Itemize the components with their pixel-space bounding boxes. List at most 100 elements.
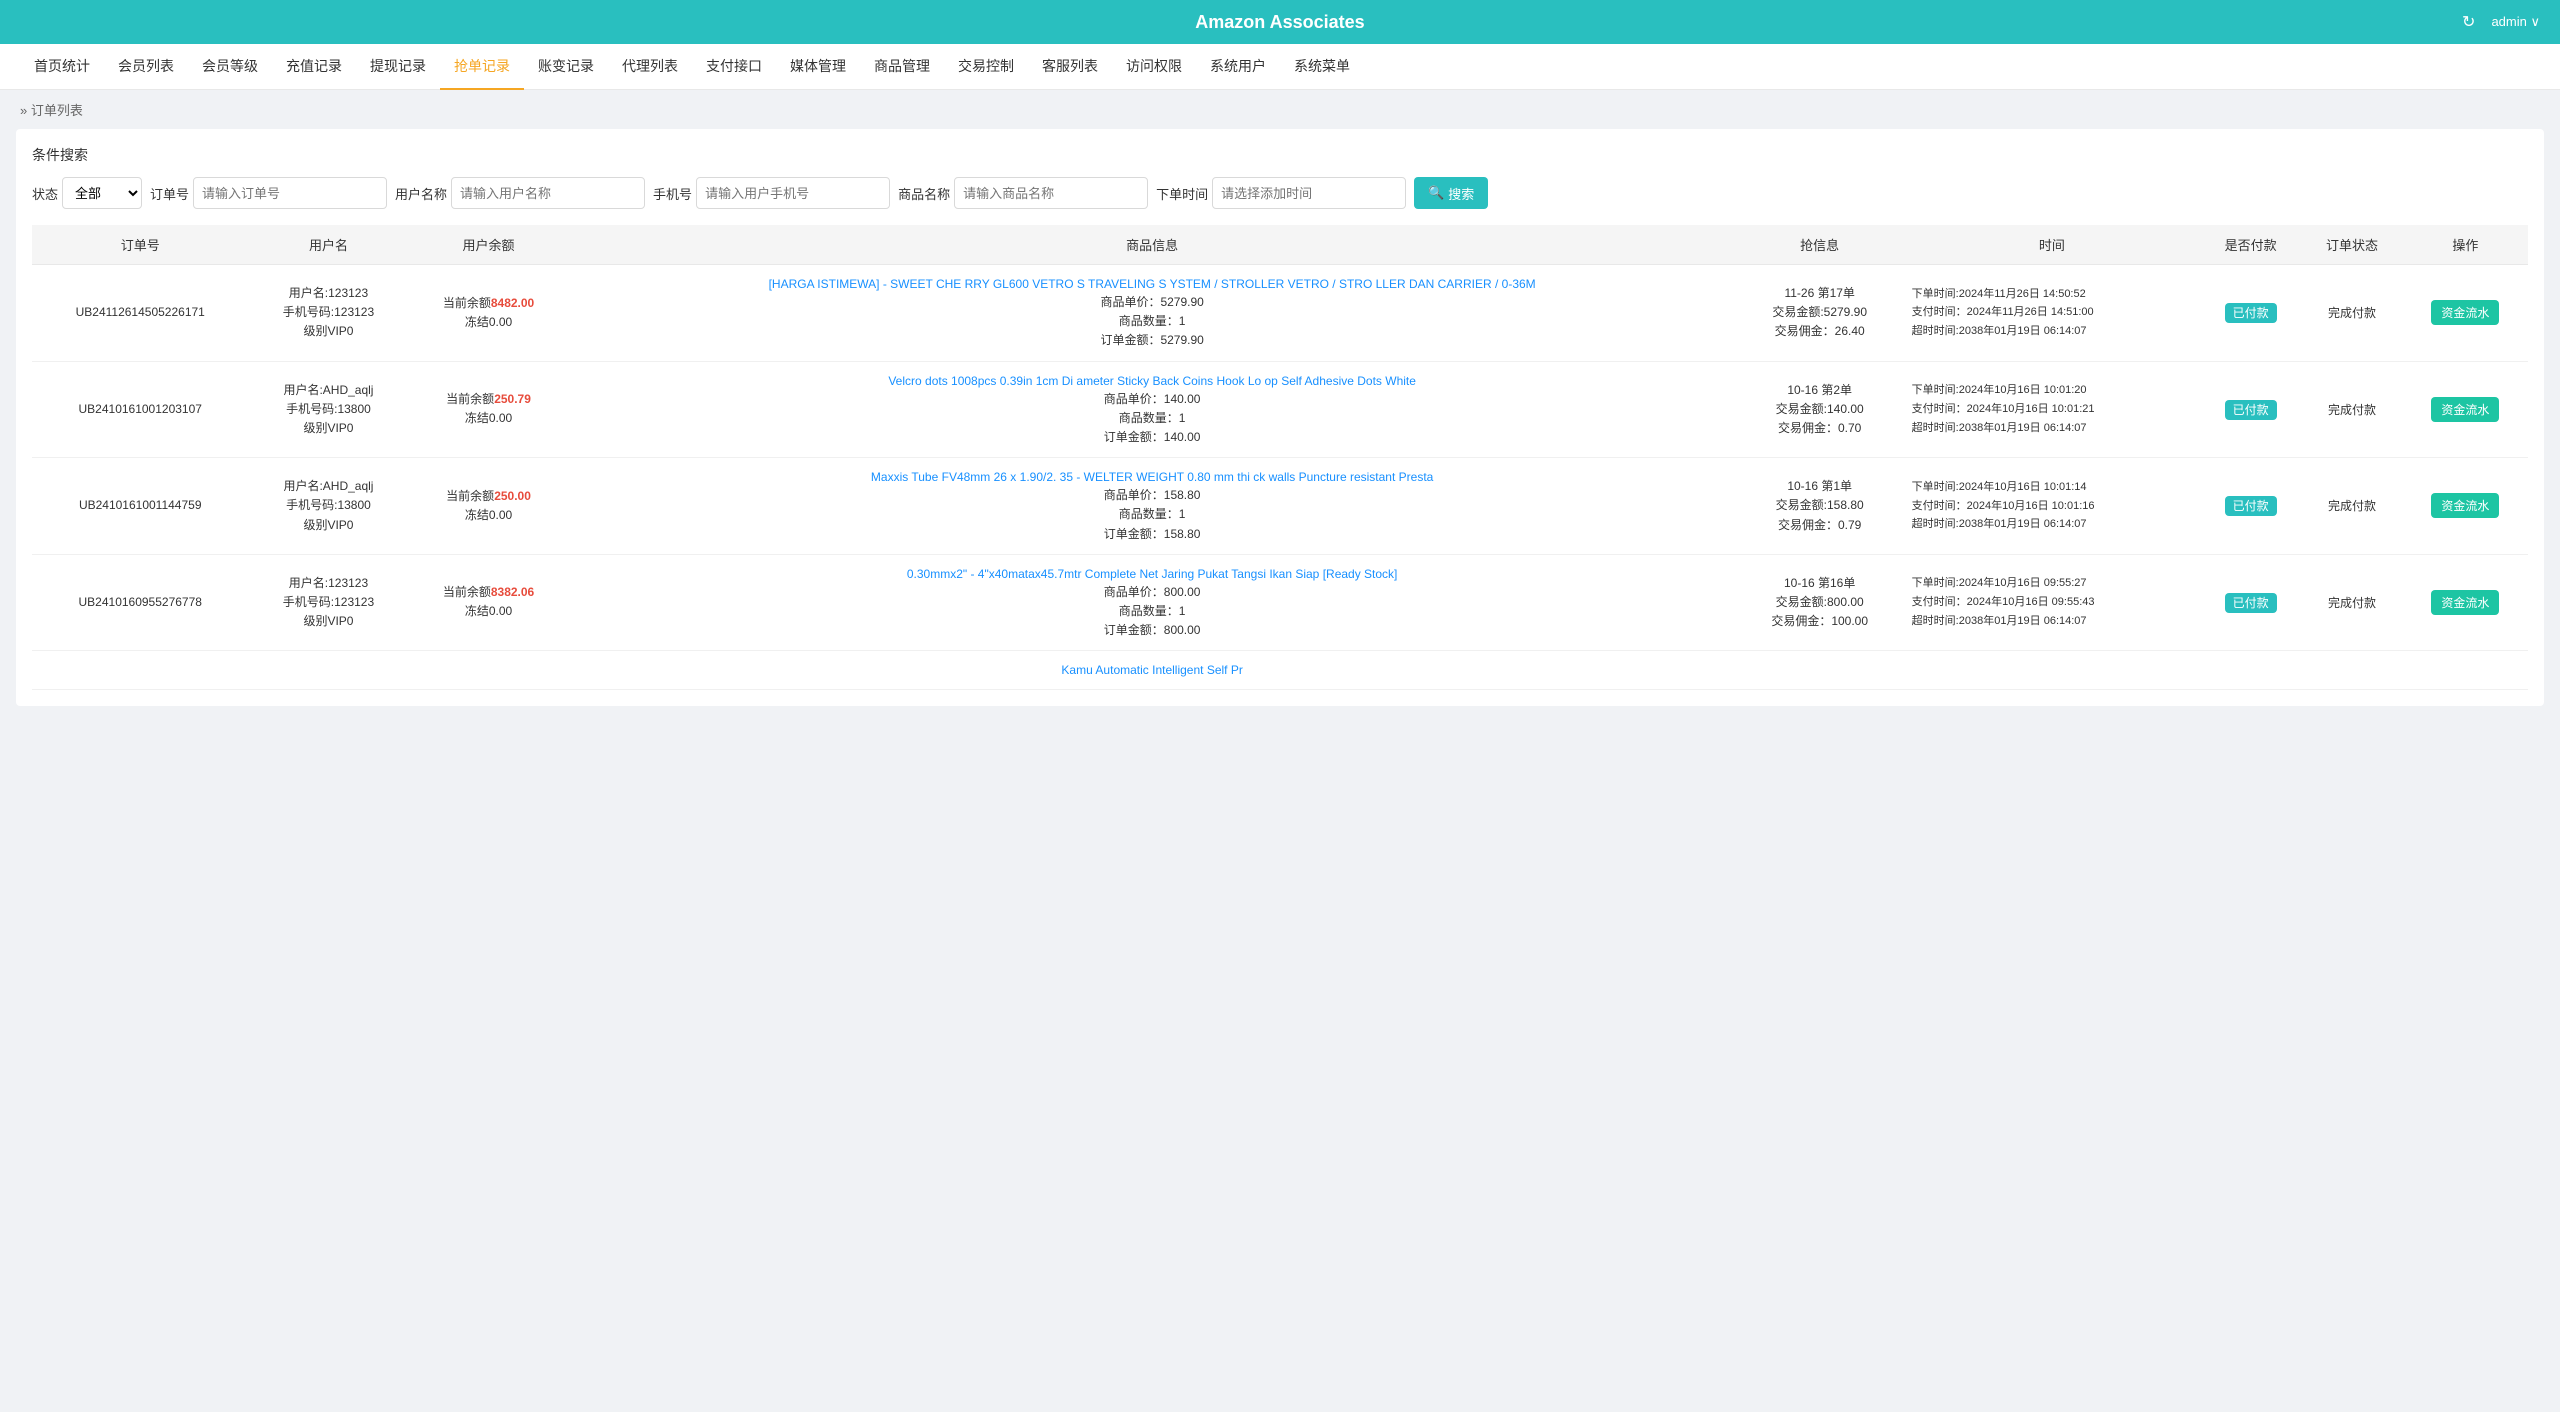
- status-select[interactable]: 全部 待付款 已付款 已完成 已取消: [62, 177, 142, 209]
- action-cell: 资金流水: [2403, 554, 2528, 651]
- product-link[interactable]: [HARGA ISTIMEWA] - SWEET CHE RRY GL600 V…: [577, 275, 1728, 293]
- order-no-cell: UB2410161001203107: [32, 361, 248, 458]
- product-price: 商品单价：5279.90: [577, 293, 1728, 312]
- username-label: 用户名称: [395, 184, 447, 203]
- balance-label: 当前余额8482.00: [417, 294, 561, 313]
- nav-item-agents[interactable]: 代理列表: [608, 44, 692, 90]
- order-no-cell: UB2410160955276778: [32, 554, 248, 651]
- grab-info-cell: 10-16 第16单 交易金额:800.00 交易佣金：100.00: [1736, 554, 1904, 651]
- status-cell: 完成付款: [2301, 265, 2402, 362]
- balance-value: 250.79: [494, 392, 531, 406]
- product-link[interactable]: Maxxis Tube FV48mm 26 x 1.90/2. 35 - WEL…: [577, 468, 1728, 486]
- product-cell: [HARGA ISTIMEWA] - SWEET CHE RRY GL600 V…: [569, 265, 1736, 362]
- order-time: 下单时间:2024年11月26日 14:50:52: [1912, 285, 2192, 304]
- paid-badge: 已付款: [2225, 496, 2277, 516]
- trade-amount: 交易金额:140.00: [1744, 400, 1896, 419]
- table-row: Kamu Automatic Intelligent Self Pr: [32, 651, 2528, 690]
- balance-label: 当前余额250.79: [417, 390, 561, 409]
- col-order-no: 订单号: [32, 225, 248, 265]
- order-no-input[interactable]: [193, 177, 387, 209]
- fund-flow-button[interactable]: 资金流水: [2431, 300, 2499, 325]
- order-no-value: UB2410160955276778: [79, 595, 202, 609]
- fund-flow-button[interactable]: 资金流水: [2431, 590, 2499, 615]
- order-status: 完成付款: [2328, 596, 2376, 610]
- product-info: Velcro dots 1008pcs 0.39in 1cm Di ameter…: [577, 372, 1728, 448]
- product-cell: Velcro dots 1008pcs 0.39in 1cm Di ameter…: [569, 361, 1736, 458]
- col-paid: 是否付款: [2200, 225, 2301, 265]
- col-time: 时间: [1904, 225, 2200, 265]
- fund-flow-button[interactable]: 资金流水: [2431, 493, 2499, 518]
- grab-info: 11-26 第17单 交易金额:5279.90 交易佣金：26.40: [1744, 284, 1896, 342]
- phone-input[interactable]: [696, 177, 890, 209]
- nav-item-trade-control[interactable]: 交易控制: [944, 44, 1028, 90]
- user-menu[interactable]: admin ∨: [2491, 14, 2540, 30]
- trade-amount: 交易金额:800.00: [1744, 593, 1896, 612]
- product-count: 商品数量：1: [577, 602, 1728, 621]
- level-value: 级别VIP0: [256, 419, 400, 438]
- time-info: 下单时间:2024年11月26日 14:50:52 支付时间：2024年11月2…: [1912, 285, 2192, 341]
- grab-info: 10-16 第1单 交易金额:158.80 交易佣金：0.79: [1744, 477, 1896, 535]
- grab-info-cell: 10-16 第1单 交易金额:158.80 交易佣金：0.79: [1736, 458, 1904, 555]
- nav-item-media[interactable]: 媒体管理: [776, 44, 860, 90]
- refresh-icon[interactable]: ↻: [2462, 12, 2475, 32]
- frozen-value: 冻结0.00: [417, 313, 561, 332]
- balance-cell: [409, 651, 569, 690]
- product-info: Maxxis Tube FV48mm 26 x 1.90/2. 35 - WEL…: [577, 468, 1728, 544]
- time-input[interactable]: [1212, 177, 1406, 209]
- nav-item-account-change[interactable]: 账变记录: [524, 44, 608, 90]
- username-value: 用户名:AHD_aqlj: [256, 381, 400, 400]
- nav-item-sys-users[interactable]: 系统用户: [1196, 44, 1280, 90]
- col-action: 操作: [2403, 225, 2528, 265]
- paid-badge: 已付款: [2225, 593, 2277, 613]
- expire-time: 超时时间:2038年01月19日 06:14:07: [1912, 322, 2192, 341]
- time-cell: 下单时间:2024年10月16日 10:01:14 支付时间：2024年10月1…: [1904, 458, 2200, 555]
- fund-flow-button[interactable]: 资金流水: [2431, 397, 2499, 422]
- order-no-value: UB2410161001203107: [79, 402, 202, 416]
- user-info: 用户名:AHD_aqlj 手机号码:13800 级别VIP0: [256, 477, 400, 535]
- status-label: 状态: [32, 184, 58, 203]
- nav-item-products[interactable]: 商品管理: [860, 44, 944, 90]
- time-info: 下单时间:2024年10月16日 10:01:20 支付时间：2024年10月1…: [1912, 381, 2192, 437]
- nav-item-sys-menu[interactable]: 系统菜单: [1280, 44, 1364, 90]
- paid-cell: 已付款: [2200, 554, 2301, 651]
- nav-item-withdraw[interactable]: 提现记录: [356, 44, 440, 90]
- phone-value: 手机号码:13800: [256, 496, 400, 515]
- grab-info: 10-16 第16单 交易金额:800.00 交易佣金：100.00: [1744, 574, 1896, 632]
- product-input[interactable]: [954, 177, 1148, 209]
- nav-item-access[interactable]: 访问权限: [1112, 44, 1196, 90]
- action-cell: 资金流水: [2403, 458, 2528, 555]
- nav-item-grab-orders[interactable]: 抢单记录: [440, 44, 524, 90]
- product-price: 商品单价：140.00: [577, 390, 1728, 409]
- username-value: 用户名:123123: [256, 284, 400, 303]
- username-input[interactable]: [451, 177, 645, 209]
- nav-item-payment[interactable]: 支付接口: [692, 44, 776, 90]
- search-button[interactable]: 🔍 搜索: [1414, 177, 1488, 209]
- username-value: 用户名:AHD_aqlj: [256, 477, 400, 496]
- col-balance: 用户余额: [409, 225, 569, 265]
- pay-time: 支付时间：2024年10月16日 10:01:21: [1912, 400, 2192, 419]
- frozen-value: 冻结0.00: [417, 409, 561, 428]
- phone-group: 手机号: [653, 177, 890, 209]
- paid-cell: [2200, 651, 2301, 690]
- nav-item-home[interactable]: 首页统计: [20, 44, 104, 90]
- orders-table-wrapper: 订单号 用户名 用户余额 商品信息 抢信息 时间 是否付款 订单状态 操作 UB…: [32, 225, 2528, 690]
- phone-value: 手机号码:123123: [256, 593, 400, 612]
- nav-item-customer-service[interactable]: 客服列表: [1028, 44, 1112, 90]
- product-link[interactable]: 0.30mmx2" - 4"x40matax45.7mtr Complete N…: [577, 565, 1728, 583]
- product-cell: Maxxis Tube FV48mm 26 x 1.90/2. 35 - WEL…: [569, 458, 1736, 555]
- product-label: 商品名称: [898, 184, 950, 203]
- user-info: 用户名:123123 手机号码:123123 级别VIP0: [256, 284, 400, 342]
- order-status: 完成付款: [2328, 499, 2376, 513]
- product-link[interactable]: Velcro dots 1008pcs 0.39in 1cm Di ameter…: [577, 372, 1728, 390]
- action-cell: 资金流水: [2403, 361, 2528, 458]
- grab-date: 10-16 第2单: [1744, 381, 1896, 400]
- nav-item-recharge[interactable]: 充值记录: [272, 44, 356, 90]
- nav-item-member-level[interactable]: 会员等级: [188, 44, 272, 90]
- balance-info: 当前余额8482.00 冻结0.00: [417, 294, 561, 332]
- order-no-value: UB24112614505226171: [76, 305, 205, 319]
- commission: 交易佣金：100.00: [1744, 612, 1896, 631]
- nav-item-members[interactable]: 会员列表: [104, 44, 188, 90]
- search-btn-label: 搜索: [1448, 184, 1474, 203]
- product-link[interactable]: Kamu Automatic Intelligent Self Pr: [577, 661, 1728, 679]
- product-info: [HARGA ISTIMEWA] - SWEET CHE RRY GL600 V…: [577, 275, 1728, 351]
